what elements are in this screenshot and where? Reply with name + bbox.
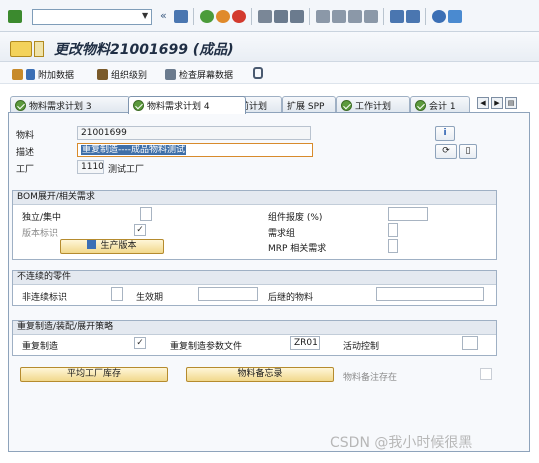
plant-name: 测试工厂 xyxy=(108,165,145,175)
check-icon xyxy=(165,69,176,80)
material-memo-button[interactable]: 物料备忘录 xyxy=(186,367,334,382)
menu-icon[interactable] xyxy=(10,41,32,57)
description-label: 描述 xyxy=(16,148,35,158)
avg-plant-stock-button[interactable]: 平均工厂库存 xyxy=(20,367,168,382)
arrow-right-icon xyxy=(26,69,35,80)
tab-label: 扩展 SPP xyxy=(287,101,325,112)
rem-profile-label: 重复制造参数文件 xyxy=(170,342,243,352)
check-screen-data-label: 检查屏幕数据 xyxy=(179,71,234,81)
first-page-icon[interactable] xyxy=(316,10,330,23)
help-icon[interactable] xyxy=(432,10,446,23)
tab-mrp4[interactable]: 物料需求计划 4 xyxy=(128,96,246,114)
display-entry-icon[interactable]: ⟳ xyxy=(435,144,457,159)
indiv-coll-label: 独立/集中 xyxy=(22,213,62,223)
requirements-group-field[interactable] xyxy=(388,223,398,237)
mrp-dependent-field[interactable] xyxy=(388,239,398,253)
tab-extended-spp[interactable]: 扩展 SPP xyxy=(282,96,336,113)
next-page-icon[interactable] xyxy=(348,10,362,23)
find-next-icon[interactable] xyxy=(290,10,304,23)
last-page-icon[interactable] xyxy=(364,10,378,23)
production-version-label: 生产版本 xyxy=(100,241,137,251)
watermark: CSDN @我小时候很黑 xyxy=(330,435,473,451)
customize-layout-icon[interactable] xyxy=(448,10,462,23)
chevron-down-icon[interactable]: ▼ xyxy=(142,11,148,20)
check-icon xyxy=(341,99,352,111)
follow-up-material-field[interactable] xyxy=(376,287,484,301)
tab-scroll-right-icon[interactable]: ▶ xyxy=(491,97,503,109)
info-icon[interactable]: i xyxy=(435,126,455,141)
tab-scroll-left-icon[interactable]: ◀ xyxy=(477,97,489,109)
save-icon[interactable] xyxy=(174,10,188,23)
org-structure-icon xyxy=(97,69,108,80)
new-session-icon[interactable] xyxy=(390,10,404,23)
description-field[interactable]: 重复制造----成品物料测试 xyxy=(77,143,313,157)
document-icon xyxy=(12,69,23,80)
version-indicator-label: 版本标识 xyxy=(22,229,59,239)
memo-exists-checkbox xyxy=(480,368,492,380)
back-icon[interactable] xyxy=(200,10,214,23)
print-icon[interactable] xyxy=(258,10,272,23)
discontinuation-ind-label: 非连续标识 xyxy=(22,293,68,303)
tab-label: 物料需求计划 4 xyxy=(147,102,210,112)
find-icon[interactable] xyxy=(274,10,288,23)
component-scrap-field[interactable] xyxy=(388,207,428,221)
tab-list-icon[interactable]: ▤ xyxy=(505,97,517,109)
description-value: 重复制造----成品物料测试 xyxy=(81,145,186,155)
action-control-field[interactable] xyxy=(462,336,478,350)
additional-data-button[interactable]: 附加数据 xyxy=(12,68,74,81)
repetitive-mfg-checkbox[interactable]: ✓ xyxy=(134,337,146,349)
plant-label: 工厂 xyxy=(16,165,35,175)
double-chevron-left-icon[interactable]: « xyxy=(160,9,167,22)
plant-field: 1110 xyxy=(77,160,104,174)
tab-work-scheduling[interactable]: 工作计划 xyxy=(336,96,410,113)
application-toolbar xyxy=(0,62,539,84)
discontinuation-ind-field[interactable] xyxy=(111,287,123,301)
command-field[interactable] xyxy=(32,9,152,25)
material-field: 21001699 xyxy=(77,126,311,140)
requirements-group-label: 需求组 xyxy=(268,229,296,239)
component-scrap-label: 组件报废 (%) xyxy=(268,213,323,223)
memo-exists-label: 物料备注存在 xyxy=(343,373,398,383)
menu-dropdown-icon[interactable] xyxy=(34,41,44,57)
exit-icon[interactable] xyxy=(216,10,230,23)
tab-label: 工作计划 xyxy=(355,101,392,112)
tab-mrp3[interactable]: 物料需求计划 3 xyxy=(10,96,130,113)
check-icon xyxy=(133,100,144,111)
repetitive-mfg-group: 重复制造/装配/展开策略 xyxy=(12,320,497,356)
shortcut-icon[interactable] xyxy=(406,10,420,23)
rem-profile-field[interactable]: ZR01 xyxy=(290,336,320,350)
enter-icon[interactable] xyxy=(8,10,22,23)
tab-label: 物料需求计划 3 xyxy=(29,101,92,112)
mrp-dependent-label: MRP 相关需求 xyxy=(268,244,327,254)
previous-page-icon[interactable] xyxy=(332,10,346,23)
org-levels-label: 组织级别 xyxy=(111,71,148,81)
check-icon xyxy=(415,99,426,111)
version-indicator-checkbox[interactable]: ✓ xyxy=(134,224,146,236)
check-screen-data-button[interactable]: 检查屏幕数据 xyxy=(165,68,233,81)
cancel-icon[interactable] xyxy=(232,10,246,23)
tab-accounting1[interactable]: 会计 1 xyxy=(410,96,470,113)
production-version-icon xyxy=(87,240,97,249)
document-icon[interactable]: ▯ xyxy=(459,144,477,159)
tab-label: 会计 1 xyxy=(429,101,456,112)
production-version-button[interactable]: 生产版本 xyxy=(60,239,164,254)
indiv-coll-field[interactable] xyxy=(140,207,152,221)
additional-data-label: 附加数据 xyxy=(38,71,75,81)
group-title: 不连续的零件 xyxy=(13,271,496,285)
repetitive-mfg-label: 重复制造 xyxy=(22,342,59,352)
follow-up-material-label: 后继的物料 xyxy=(268,293,314,303)
page-title: 更改物料21001699 (成品) xyxy=(54,42,234,58)
group-title: 重复制造/装配/展开策略 xyxy=(13,321,496,335)
action-control-label: 活动控制 xyxy=(343,342,380,352)
effective-out-label: 生效期 xyxy=(136,293,164,303)
lock-icon[interactable] xyxy=(253,67,263,79)
check-icon xyxy=(15,99,26,111)
material-label: 物料 xyxy=(16,131,35,141)
group-title: BOM展开/相关需求 xyxy=(13,191,496,205)
org-levels-button[interactable]: 组织级别 xyxy=(97,68,147,81)
effective-out-field[interactable] xyxy=(198,287,258,301)
